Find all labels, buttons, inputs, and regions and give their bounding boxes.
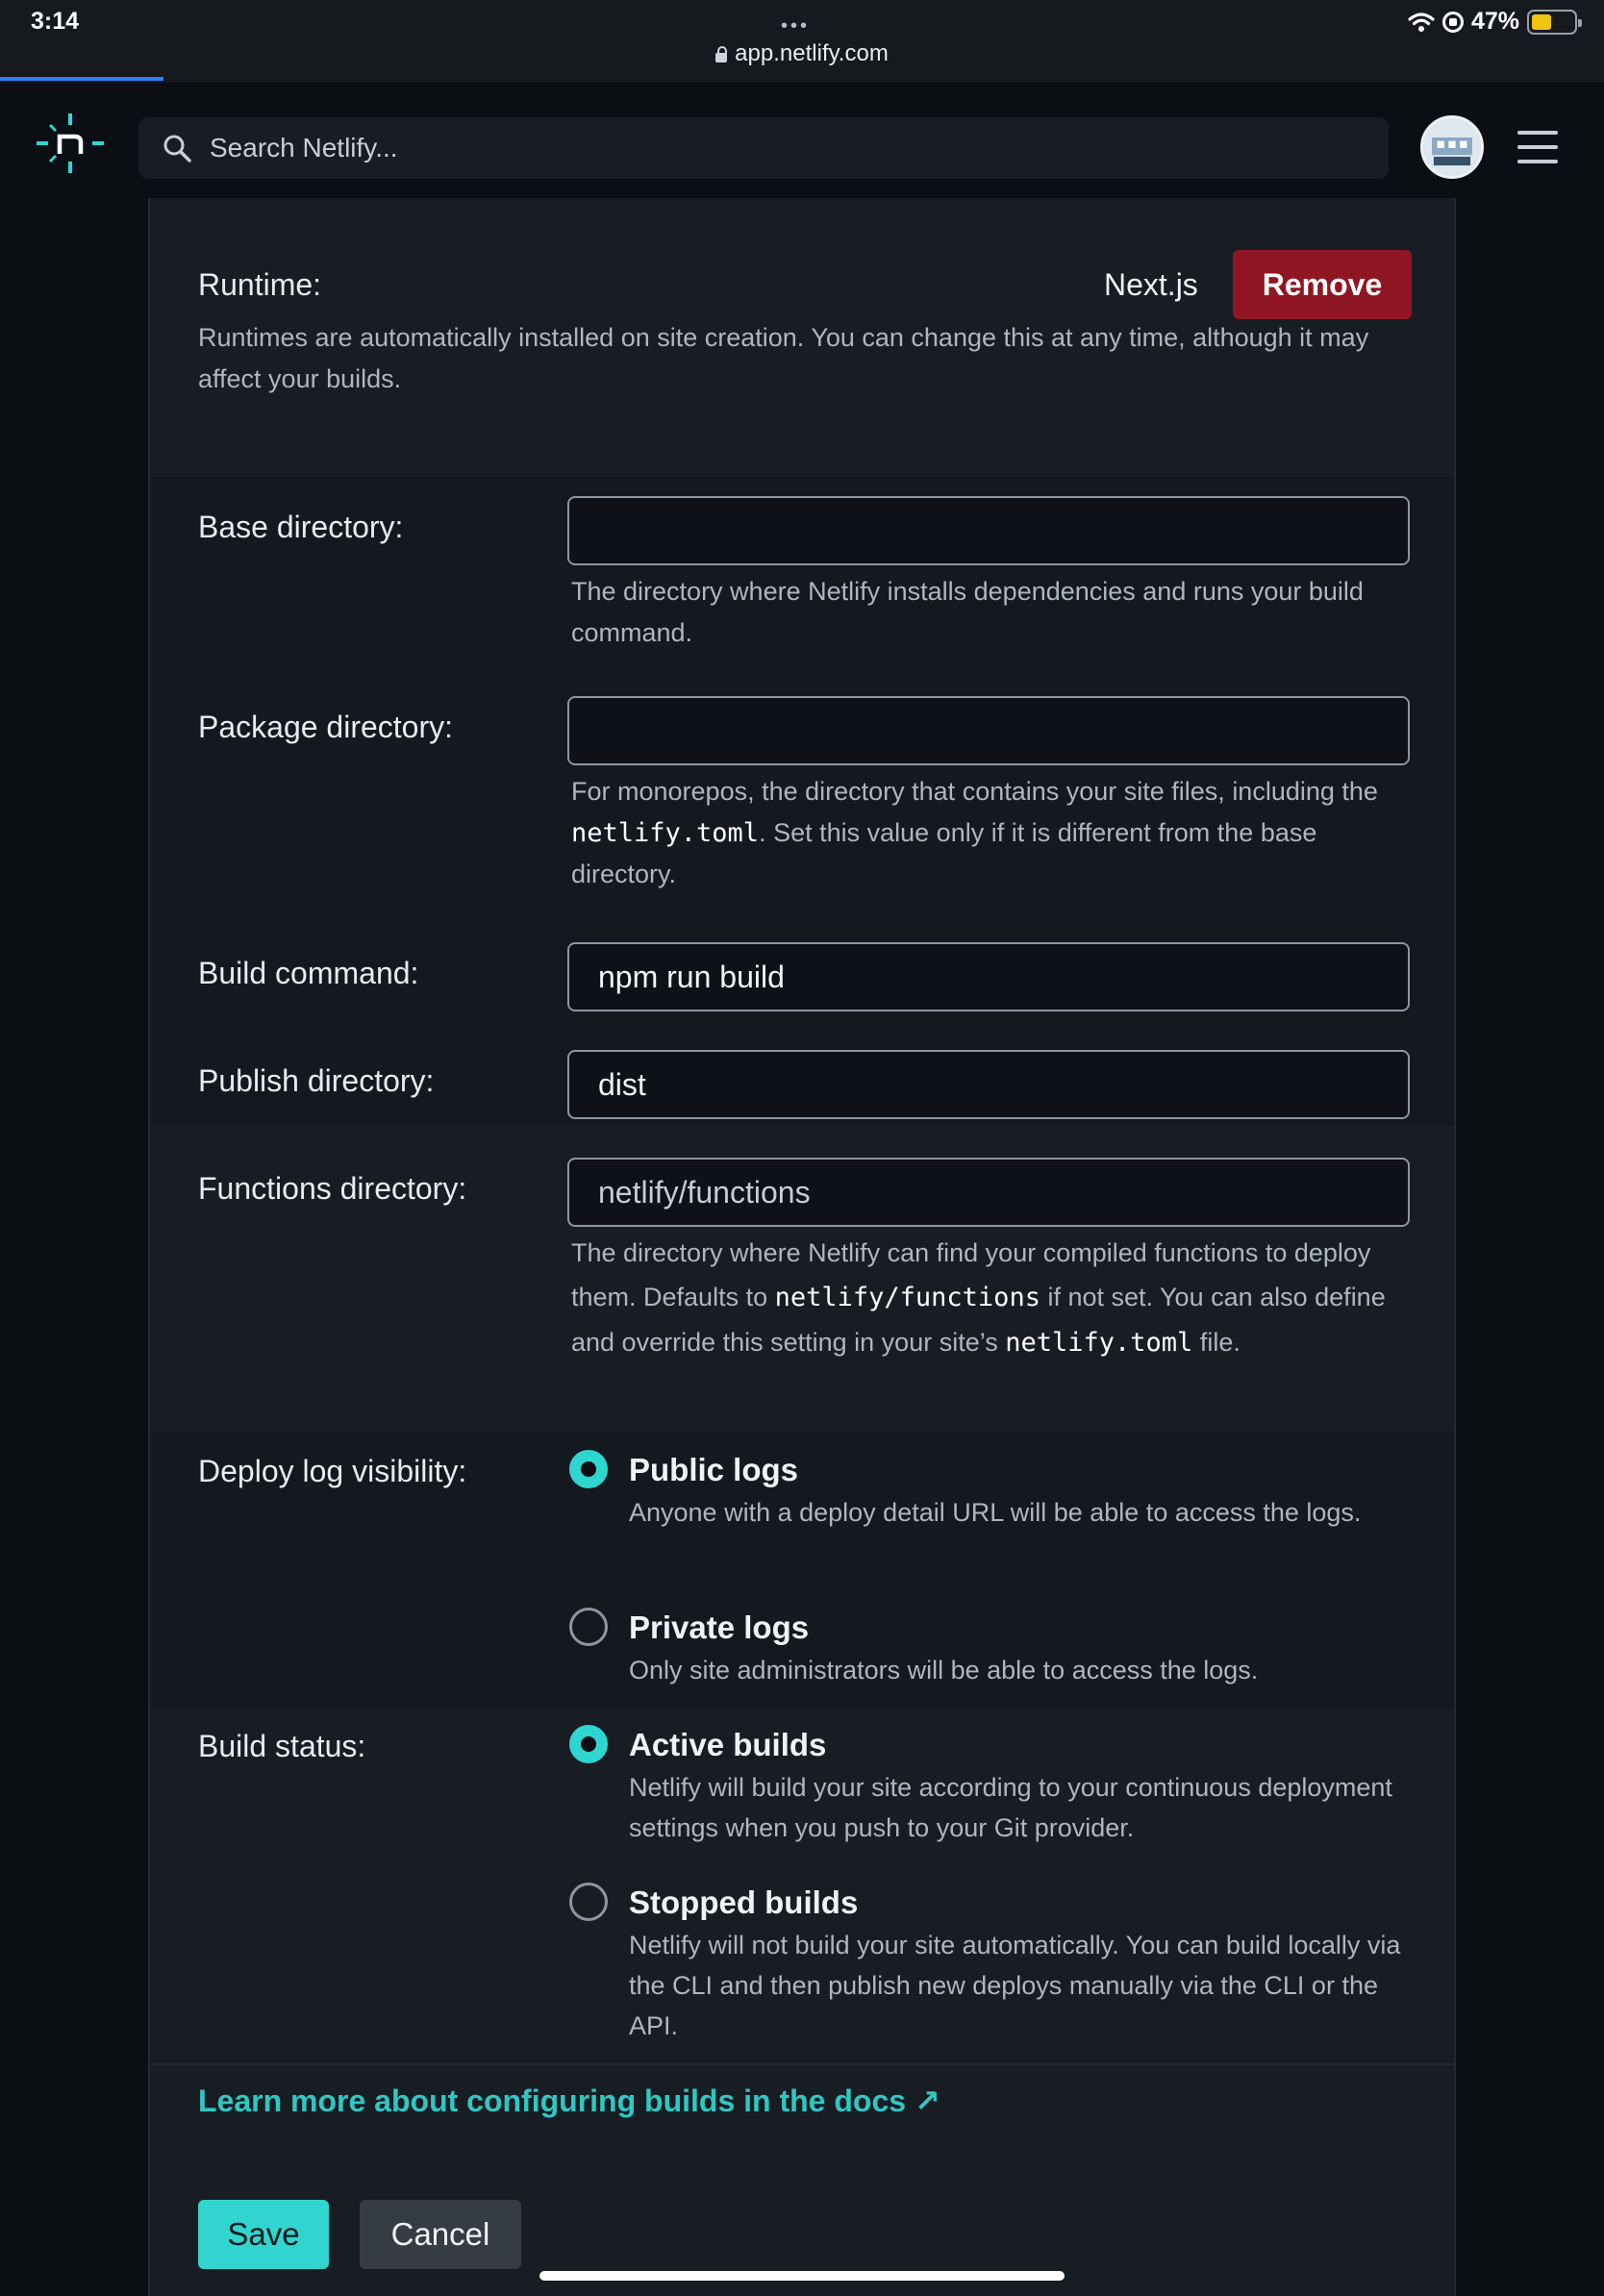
- public-logs-desc: Anyone with a deploy detail URL will be …: [629, 1498, 1362, 1527]
- home-indicator[interactable]: [539, 2271, 1065, 2281]
- build-command-input[interactable]: npm run build: [567, 942, 1410, 1011]
- browser-chrome: 3:14 ••• app.netlify.com 47%: [0, 0, 1604, 83]
- search-bar[interactable]: [138, 117, 1389, 179]
- docs-link[interactable]: Learn more about configuring builds in t…: [198, 2083, 940, 2119]
- build-settings-form: Runtime: Next.js Remove Runtimes are aut…: [148, 198, 1456, 2296]
- help-text: file.: [1192, 1328, 1241, 1357]
- hamburger-menu-icon[interactable]: [1517, 131, 1558, 163]
- search-input[interactable]: [210, 133, 1316, 163]
- public-logs-title[interactable]: Public logs: [629, 1452, 798, 1488]
- runtime-value: Next.js: [1104, 267, 1198, 302]
- remove-runtime-button[interactable]: Remove: [1233, 250, 1412, 319]
- cancel-button[interactable]: Cancel: [360, 2200, 521, 2269]
- runtime-help: Runtimes are automatically installed on …: [198, 323, 1369, 393]
- status-time: 3:14: [31, 8, 80, 35]
- private-logs-radio[interactable]: [569, 1608, 608, 1646]
- package-directory-label: Package directory:: [198, 710, 454, 744]
- wifi-icon: [1408, 12, 1435, 32]
- functions-directory-label: Functions directory:: [198, 1171, 467, 1206]
- code-snippet: netlify/functions: [774, 1283, 1040, 1312]
- active-builds-desc: Netlify will build your site according t…: [629, 1773, 1392, 1842]
- search-icon: [163, 135, 191, 162]
- lock-icon: [715, 46, 728, 62]
- netlify-logo-icon[interactable]: [37, 113, 104, 173]
- package-directory-help: For monorepos, the directory that contai…: [571, 771, 1417, 895]
- address-bar[interactable]: app.netlify.com: [0, 40, 1604, 67]
- build-command-label: Build command:: [198, 956, 419, 990]
- battery-percent: 47%: [1470, 8, 1519, 35]
- private-logs-desc: Only site administrators will be able to…: [629, 1656, 1259, 1685]
- publish-directory-label: Publish directory:: [198, 1063, 435, 1098]
- help-text: For monorepos, the directory that contai…: [571, 777, 1378, 806]
- base-directory-help: The directory where Netlify installs dep…: [571, 577, 1364, 647]
- more-dots-icon[interactable]: •••: [781, 15, 810, 37]
- functions-directory-help: The directory where Netlify can find you…: [571, 1231, 1417, 1365]
- url-text: app.netlify.com: [735, 40, 889, 66]
- code-snippet: netlify.toml: [571, 818, 760, 848]
- deploy-log-visibility-label: Deploy log visibility:: [198, 1454, 467, 1488]
- code-snippet: netlify.toml: [1005, 1328, 1193, 1358]
- app-header: [0, 83, 1604, 202]
- build-status-label: Build status:: [198, 1729, 366, 1763]
- battery-icon: [1527, 9, 1582, 35]
- active-builds-title[interactable]: Active builds: [629, 1727, 826, 1763]
- active-builds-radio[interactable]: [569, 1725, 608, 1763]
- avatar[interactable]: [1420, 115, 1484, 179]
- private-logs-title[interactable]: Private logs: [629, 1610, 809, 1646]
- functions-directory-input[interactable]: netlify/functions: [567, 1158, 1410, 1227]
- base-directory-label: Base directory:: [198, 510, 404, 544]
- runtime-label: Runtime:: [198, 267, 322, 302]
- package-directory-input[interactable]: [567, 696, 1410, 765]
- publish-directory-input[interactable]: dist: [567, 1050, 1410, 1119]
- page-load-progress: [0, 77, 163, 81]
- divider: [150, 2063, 1454, 2065]
- status-indicators: 47%: [1408, 8, 1582, 36]
- base-directory-input[interactable]: [567, 496, 1410, 565]
- stopped-builds-title[interactable]: Stopped builds: [629, 1884, 858, 1921]
- orientation-lock-icon: [1441, 11, 1464, 33]
- avatar-image-icon: [1423, 118, 1481, 176]
- stopped-builds-desc: Netlify will not build your site automat…: [629, 1931, 1401, 2040]
- save-button[interactable]: Save: [198, 2200, 329, 2269]
- public-logs-radio[interactable]: [569, 1450, 608, 1488]
- battery-fill: [1532, 13, 1551, 30]
- stopped-builds-radio[interactable]: [569, 1883, 608, 1921]
